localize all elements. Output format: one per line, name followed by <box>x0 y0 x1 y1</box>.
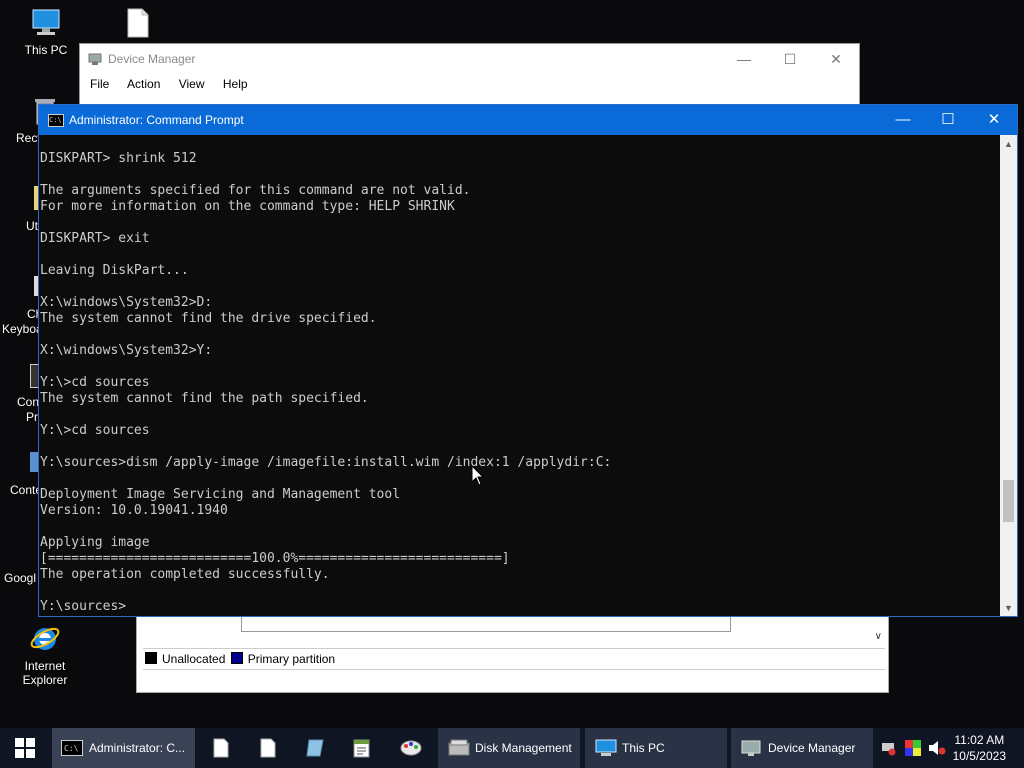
scroll-up-icon[interactable]: ▲ <box>1004 139 1013 149</box>
taskbar-item-device-manager[interactable]: Device Manager <box>731 728 873 768</box>
start-button[interactable] <box>0 728 50 768</box>
taskbar-clock[interactable]: 11:02 AM 10/5/2023 <box>953 732 1006 764</box>
command-prompt-window[interactable]: C:\ Administrator: Command Prompt — ☐ ✕ … <box>38 104 1018 617</box>
desktop-icon-this-pc[interactable]: This PC <box>2 8 90 57</box>
windows-logo-icon <box>15 738 35 758</box>
device-manager-icon <box>741 740 761 756</box>
taskbar-item-file-2[interactable] <box>247 728 289 768</box>
unallocated-swatch <box>145 652 157 664</box>
taskbar-item-book[interactable] <box>294 728 336 768</box>
taskbar-item-this-pc[interactable]: This PC <box>585 728 727 768</box>
device-manager-menu-bar: File Action View Help <box>90 77 263 91</box>
legend-primary-partition: Primary partition <box>247 652 336 666</box>
internet-explorer-label: Internet Explorer <box>22 659 68 687</box>
cmd-icon: C:\ <box>48 114 64 127</box>
disk-management-icon <box>448 739 470 756</box>
network-tray-icon[interactable] <box>880 740 896 756</box>
device-manager-window[interactable]: Device Manager — ☐ ✕ File Action View He… <box>79 43 860 105</box>
google-label: Googl <box>4 571 37 585</box>
desktop-icon-file[interactable] <box>94 8 182 41</box>
cmd-vertical-scrollbar[interactable]: ▲ ▼ <box>1000 135 1017 616</box>
control-label-1: Con <box>17 395 40 409</box>
cmd-close-button[interactable]: ✕ <box>971 105 1017 135</box>
control-label-2: Pr <box>26 410 38 424</box>
computer-icon <box>595 739 617 756</box>
taskbar-label-disk-management: Disk Management <box>475 741 572 755</box>
clock-date: 10/5/2023 <box>952 749 1006 763</box>
clock-time: 11:02 AM <box>954 733 1005 747</box>
color-tray-icon[interactable] <box>905 740 921 756</box>
device-manager-minimize-button[interactable]: — <box>721 44 767 74</box>
paint-icon <box>400 740 422 756</box>
taskbar-item-disk-management[interactable]: Disk Management <box>438 728 580 768</box>
book-icon <box>306 739 324 757</box>
internet-explorer-icon <box>30 627 60 650</box>
notepad-icon <box>353 739 370 758</box>
primary-partition-swatch <box>230 652 243 664</box>
file-icon <box>260 738 276 758</box>
scrollbar-thumb[interactable] <box>1003 480 1014 522</box>
cmd-icon: C:\ <box>61 740 83 756</box>
taskbar-label-command-prompt: Administrator: C... <box>89 741 186 755</box>
this-pc-label: This PC <box>24 43 68 57</box>
volume-muted-icon[interactable] <box>928 740 946 756</box>
device-manager-maximize-button[interactable]: ☐ <box>767 44 813 74</box>
menu-view[interactable]: View <box>179 77 205 91</box>
device-manager-title: Device Manager <box>108 52 196 66</box>
computer-icon <box>32 9 60 35</box>
keyboard-label-2: Keyboa <box>2 322 43 336</box>
menu-action[interactable]: Action <box>127 77 160 91</box>
utility-label: Ut <box>26 219 38 233</box>
taskbar: C:\ Administrator: C... Disk Management … <box>0 728 1024 768</box>
console-output[interactable]: DISKPART> shrink 512 The arguments speci… <box>40 151 995 615</box>
menu-file[interactable]: File <box>90 77 109 91</box>
command-prompt-titlebar[interactable]: C:\ Administrator: Command Prompt — ☐ ✕ <box>39 105 1017 135</box>
desktop-icon-internet-explorer[interactable]: Internet Explorer <box>1 622 89 687</box>
file-icon <box>213 738 229 758</box>
scroll-down-icon[interactable]: ▼ <box>1004 603 1013 613</box>
mouse-cursor-icon <box>471 465 484 486</box>
file-icon <box>127 8 149 38</box>
taskbar-item-command-prompt[interactable]: C:\ Administrator: C... <box>52 728 195 768</box>
taskbar-label-this-pc: This PC <box>622 741 665 755</box>
svg-text:C:\: C:\ <box>64 744 79 753</box>
legend-unallocated: Unallocated <box>162 652 226 666</box>
taskbar-item-file-1[interactable] <box>200 728 242 768</box>
menu-help[interactable]: Help <box>223 77 248 91</box>
taskbar-item-notepad[interactable] <box>341 728 383 768</box>
device-manager-close-button[interactable]: ✕ <box>813 44 859 74</box>
device-manager-icon <box>88 53 102 65</box>
disk-legend: Unallocated Primary partition <box>143 648 885 670</box>
taskbar-item-paint[interactable] <box>388 728 434 768</box>
command-prompt-title: Administrator: Command Prompt <box>69 113 244 127</box>
cmd-minimize-button[interactable]: — <box>880 105 926 135</box>
taskbar-label-device-manager: Device Manager <box>768 741 856 755</box>
disk-scroll-down-icon[interactable]: ∨ <box>875 631 882 642</box>
cmd-maximize-button[interactable]: ☐ <box>925 105 971 135</box>
